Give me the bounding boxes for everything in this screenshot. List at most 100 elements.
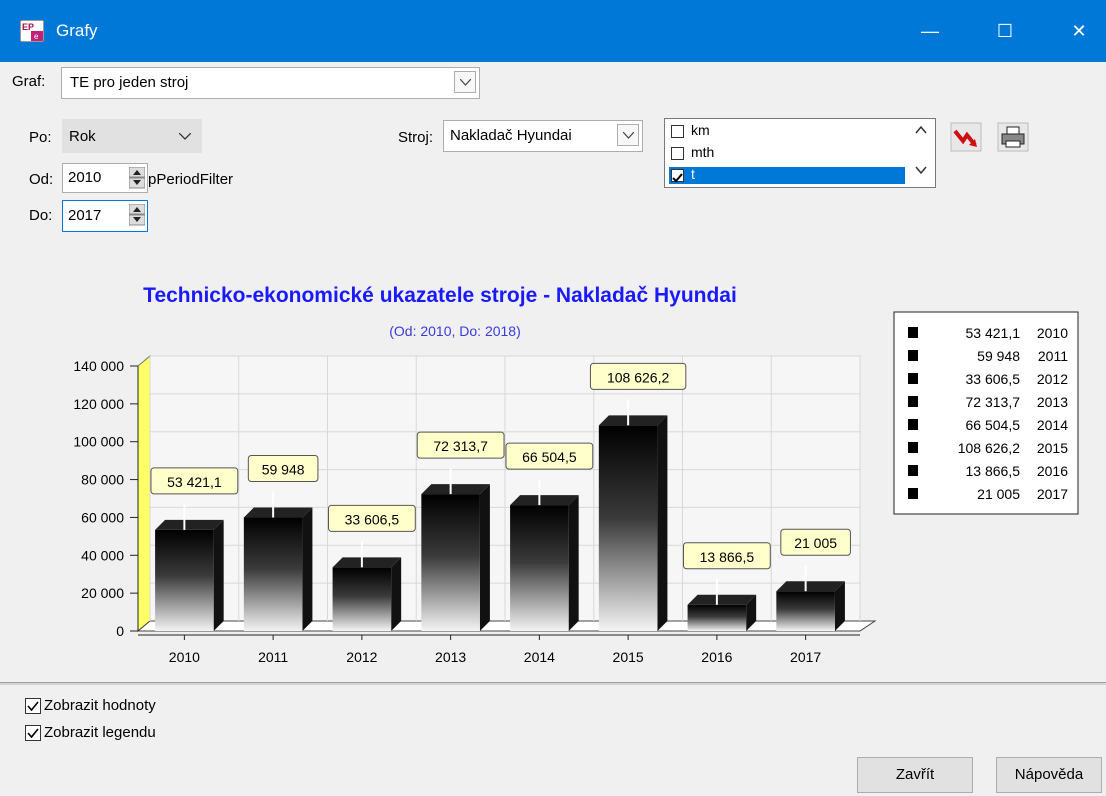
bar-top [776, 581, 845, 592]
scroll-up-button[interactable] [911, 123, 931, 143]
legend-category: 2013 [1037, 394, 1068, 410]
stroj-label: Stroj: [398, 129, 434, 146]
od-value: 2010 [68, 169, 102, 186]
maximize-button[interactable]: ☐ [980, 0, 1030, 62]
x-tick-label: 2013 [435, 649, 466, 665]
show-values-label: Zobrazit hodnoty [44, 697, 156, 714]
show-values-checkbox[interactable] [25, 698, 41, 714]
bar [155, 529, 214, 631]
chevron-down-icon [623, 132, 634, 139]
do-spinner[interactable] [128, 203, 146, 226]
legend-value: 21 005 [977, 486, 1020, 502]
bar-top [243, 507, 313, 518]
legend-category: 2010 [1037, 325, 1068, 341]
chevron-down-icon [179, 133, 191, 140]
x-tick-label: 2011 [258, 649, 288, 665]
y-tick-label: 120 000 [73, 396, 124, 412]
y-tick-label: 0 [116, 623, 124, 639]
close-button[interactable]: Zavřít [857, 757, 973, 793]
legend-marker [908, 350, 918, 361]
x-tick-label: 2012 [346, 649, 377, 665]
graf-select[interactable]: TE pro jeden stroj [61, 67, 480, 99]
x-tick-label: 2010 [169, 649, 200, 665]
unit-item-t[interactable]: t [669, 166, 905, 184]
bar-top [332, 557, 402, 568]
data-label: 108 626,2 [607, 369, 669, 385]
chevron-up-icon [915, 125, 927, 134]
chart-subtitle: (Od: 2010, Do: 2018) [389, 323, 521, 339]
unit-label-mth: mth [691, 144, 715, 160]
chevron-down-icon [915, 166, 927, 175]
legend-category: 2017 [1037, 486, 1068, 502]
graf-select-value: TE pro jeden stroj [70, 74, 189, 91]
od-spin-input[interactable]: 2010 [62, 163, 148, 193]
graf-label: Graf: [12, 73, 46, 90]
help-button[interactable]: Nápověda [996, 757, 1102, 793]
legend-category: 2014 [1037, 417, 1068, 433]
svg-text:EP: EP [22, 22, 34, 32]
bar-side [391, 557, 402, 631]
plot-side-wall [137, 354, 151, 633]
unit-checkbox-t[interactable] [671, 169, 684, 183]
stroj-dropdown-button[interactable] [617, 124, 639, 146]
legend-value: 33 606,5 [966, 371, 1021, 387]
bar-top [421, 484, 490, 495]
printer-icon [997, 122, 1029, 152]
legend-category: 2016 [1037, 463, 1068, 479]
unit-label-t: t [691, 166, 695, 182]
period-filter-label: pPeriodFilter [148, 171, 234, 188]
export-icon [950, 122, 982, 152]
y-tick-label: 140 000 [73, 358, 124, 374]
od-spinner[interactable] [128, 166, 146, 189]
legend-marker [908, 396, 918, 407]
bar [421, 494, 480, 631]
separator [0, 682, 1106, 685]
legend-value: 53 421,1 [966, 325, 1021, 341]
stroj-select-value: Nakladač Hyundai [450, 127, 572, 144]
do-spin-input[interactable]: 2017 [62, 200, 148, 232]
bar-side [657, 415, 668, 631]
bar-side [568, 495, 579, 631]
bar-side [213, 519, 224, 631]
y-tick-label: 100 000 [73, 434, 124, 450]
legend-marker [908, 442, 918, 453]
stroj-select[interactable]: Nakladač Hyundai [443, 120, 643, 152]
po-select-value: Rok [69, 128, 96, 145]
units-checklist[interactable]: km mth t [664, 118, 936, 188]
data-label: 21 005 [794, 535, 837, 551]
unit-checkbox-km[interactable] [671, 125, 684, 138]
bar-top [598, 415, 668, 426]
unit-item-mth[interactable]: mth [669, 144, 905, 162]
export-button[interactable] [949, 121, 983, 153]
do-label: Do: [29, 207, 53, 224]
bar-side [479, 484, 490, 631]
print-button[interactable] [996, 121, 1030, 153]
legend-marker [908, 419, 918, 430]
do-value: 2017 [68, 207, 102, 224]
y-tick-label: 80 000 [81, 472, 124, 488]
close-window-button[interactable]: ✕ [1054, 0, 1104, 62]
legend-marker [908, 488, 918, 499]
bar-top [510, 495, 579, 506]
chart-area: Technicko-ekonomické ukazatele stroje - … [0, 254, 1106, 680]
data-label: 72 313,7 [433, 438, 488, 454]
y-tick-label: 20 000 [81, 585, 124, 601]
legend-category: 2015 [1037, 440, 1068, 456]
chevron-down-icon [460, 79, 471, 86]
show-legend-checkbox[interactable] [25, 725, 41, 741]
graf-dropdown-button[interactable] [454, 71, 476, 93]
minimize-button[interactable]: — [905, 0, 955, 62]
legend-value: 66 504,5 [966, 417, 1021, 433]
po-select[interactable]: Rok [62, 119, 202, 153]
unit-checkbox-mth[interactable] [671, 147, 684, 160]
scroll-down-button[interactable] [911, 163, 931, 183]
app-icon: EP e [19, 19, 45, 43]
bar [687, 604, 747, 631]
unit-item-km[interactable]: km [669, 122, 905, 140]
bar [598, 425, 658, 631]
svg-text:e: e [34, 32, 39, 41]
legend-marker [908, 327, 918, 338]
title-bar: EP e Grafy — ☐ ✕ [0, 0, 1106, 62]
x-tick-label: 2016 [701, 649, 732, 665]
legend-value: 59 948 [977, 348, 1020, 364]
